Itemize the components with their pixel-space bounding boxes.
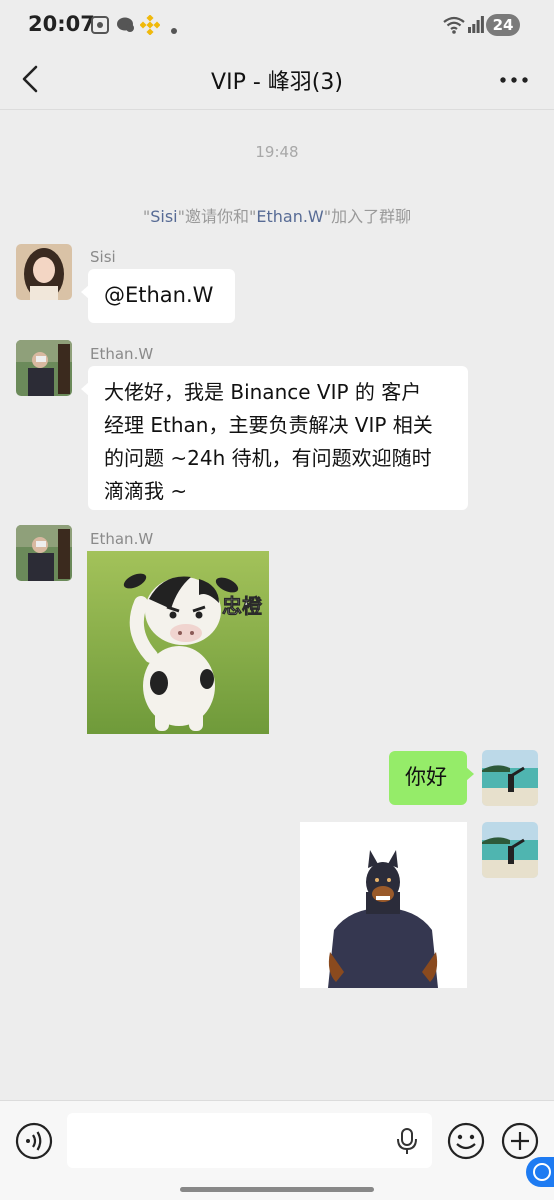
avatar-sisi[interactable] [16,244,72,300]
binance-icon [139,14,161,39]
sender-name: Ethan.W [90,345,154,363]
inviter-name-link[interactable]: Sisi [150,207,177,226]
emoji-button[interactable] [446,1121,486,1161]
floating-assistant-badge[interactable] [526,1157,554,1187]
more-dots-icon [500,77,528,83]
input-bar [0,1100,554,1200]
battery-indicator: 24 [486,14,520,36]
floating-chat-icon [533,1163,551,1181]
avatar-ethan[interactable] [16,340,72,396]
avatar-me[interactable] [482,750,538,806]
chat-bubble-icon [116,15,136,39]
invitee-name-link[interactable]: Ethan.W [256,207,323,226]
sticker-caption: 忠橙 [222,594,263,618]
message-text-line: 大佬好，我是 Binance VIP 的 客户 [104,380,422,404]
mic-icon [397,1128,417,1154]
nav-bar: VIP - 峰羽(3) [0,50,554,110]
message-bubble[interactable]: @Ethan.W [81,269,235,323]
mic-button[interactable] [394,1127,420,1155]
message-bubble-self[interactable]: 你好 [389,751,474,805]
message-bubble[interactable]: 大佬好，我是 Binance VIP 的 客户 经理 Ethan，主要负责解决 … [81,366,468,510]
avatar-me[interactable] [482,822,538,878]
sender-name: Ethan.W [90,530,154,548]
emoji-icon [447,1122,485,1160]
screenshot-icon [90,15,110,39]
avatar-ethan[interactable] [16,525,72,581]
message-time-label: 19:48 [255,143,299,161]
plus-icon [501,1122,539,1160]
message-text-line: 滴滴我 ~ [104,479,188,503]
more-button[interactable] [496,62,532,98]
message-text-line: 的问题 ~24h 待机，有问题欢迎随时 [104,446,432,470]
sender-name: Sisi [90,248,116,266]
voice-icon [15,1122,53,1160]
dot-icon [170,20,178,39]
chat-title: VIP - 峰羽(3) [211,70,343,95]
message-text-line: 经理 Ethan，主要负责解决 VIP 相关 [104,413,433,437]
voice-toggle-button[interactable] [14,1121,54,1161]
more-functions-button[interactable] [500,1121,540,1161]
message-input[interactable] [67,1113,432,1168]
cow-sticker[interactable]: 忠橙 [87,551,269,734]
message-text: @Ethan.W [104,283,214,307]
system-message: "Sisi"邀请你和"Ethan.W"加入了群聊 [142,207,412,226]
status-bar: 20:07 24 [0,0,554,50]
status-time: 20:07 [28,12,95,36]
home-indicator[interactable] [180,1187,374,1192]
dog-sticker[interactable] [300,822,467,988]
message-text: 你好 [405,765,447,789]
wifi-icon [442,15,466,39]
signal-icon [468,15,484,37]
